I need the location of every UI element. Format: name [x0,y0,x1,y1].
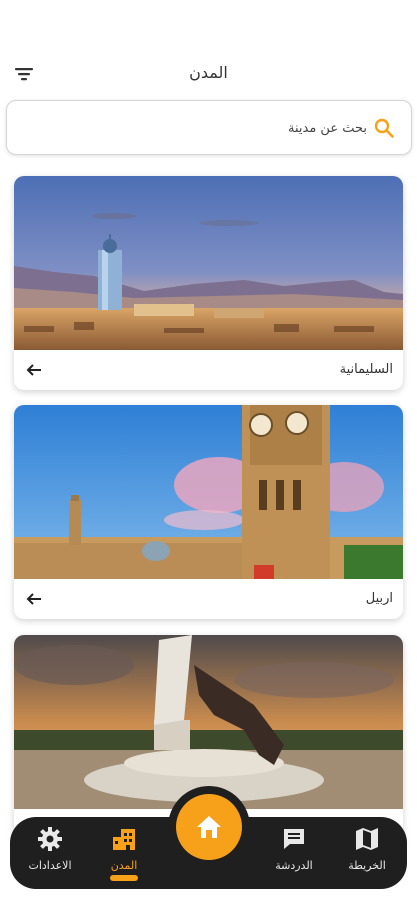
nav-label: المدن [110,859,138,872]
nav-item-cities[interactable]: المدن [88,825,160,883]
city-buildings-icon [113,829,135,850]
app-header: المدن [0,55,417,93]
arrow-left-icon[interactable] [24,360,44,380]
nav-label: الخريطة [348,859,386,872]
arrow-left-icon[interactable] [24,589,44,609]
nav-item-chat[interactable]: الدردشة [258,825,330,883]
map-icon [356,828,378,850]
city-name: اربيل [365,591,393,606]
chat-icon [284,829,304,849]
home-button[interactable] [176,794,242,860]
city-image-erbil [14,405,403,579]
nav-item-map[interactable]: الخريطة [331,825,403,883]
nav-item-settings[interactable]: الاعدادات [14,825,86,883]
city-image-third [14,635,403,809]
nav-label: الاعدادات [28,859,72,872]
city-name: السليمانية [339,362,393,377]
city-card-erbil[interactable]: اربيل [14,405,403,619]
city-card-footer: السليمانية [14,350,403,390]
city-card-sulaymaniyah[interactable]: السليمانية [14,176,403,390]
active-indicator [110,875,138,881]
nav-label: الدردشة [275,859,313,872]
home-icon [197,816,221,838]
city-card-footer: اربيل [14,579,403,619]
city-image-sulaymaniyah [14,176,403,350]
search-input[interactable] [19,117,367,139]
gear-icon [38,827,62,851]
home-fab [168,786,250,868]
search-bar[interactable] [6,100,412,155]
search-icon[interactable] [373,117,395,139]
page-title: المدن [189,63,228,82]
